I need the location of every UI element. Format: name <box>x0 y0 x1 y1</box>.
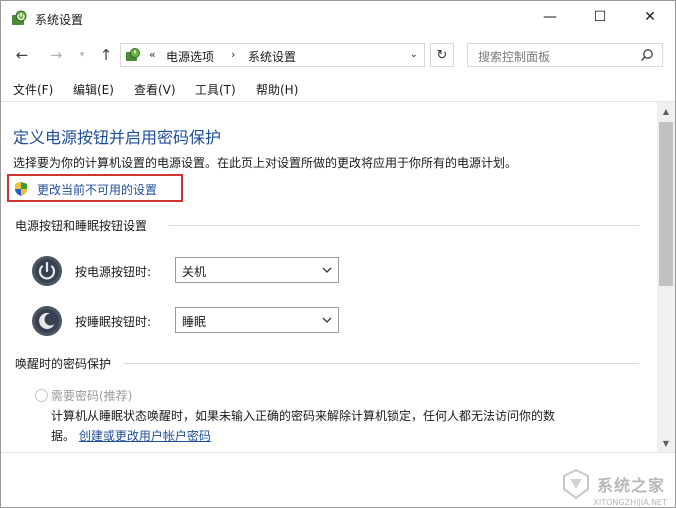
breadcrumb-power-options[interactable]: 电源选项 <box>166 48 214 65</box>
change-unavailable-settings-link[interactable]: 更改当前不可用的设置 <box>37 181 157 198</box>
menu-edit[interactable]: 编辑(E) <box>73 81 114 98</box>
menu-tools[interactable]: 工具(T) <box>195 81 236 98</box>
power-button-label: 按电源按钮时: <box>75 265 152 279</box>
uac-shield-icon <box>15 182 27 196</box>
page-description: 选择要为你的计算机设置的电源设置。在此页上对设置所做的更改将应用于你所有的电源计… <box>13 156 518 170</box>
menu-bar: 文件(F) 编辑(E) 查看(V) 工具(T) 帮助(H) <box>1 77 675 101</box>
main-content: 定义电源按钮并启用密码保护 选择要为你的计算机设置的电源设置。在此页上对设置所做… <box>1 102 657 452</box>
control-panel-icon <box>126 48 140 61</box>
breadcrumb-separator[interactable]: › <box>231 48 235 61</box>
power-button-icon <box>32 256 62 286</box>
section-header-password: 唤醒时的密码保护 <box>15 357 112 371</box>
section-header-buttons: 电源按钮和睡眠按钮设置 <box>15 219 148 233</box>
sleep-button-value: 睡眠 <box>182 315 207 329</box>
section-divider <box>123 363 639 364</box>
refresh-button[interactable]: ↻ <box>430 43 454 67</box>
password-info-text-2: 据。 创建或更改用户帐户密码 <box>51 427 211 444</box>
create-change-password-link[interactable]: 创建或更改用户帐户密码 <box>79 429 211 443</box>
page-title: 定义电源按钮并启用密码保护 <box>13 128 222 147</box>
require-password-radio[interactable] <box>35 389 48 402</box>
watermark-logo-icon <box>562 468 589 500</box>
breadcrumb-system-settings[interactable]: 系统设置 <box>248 48 296 65</box>
watermark: 系统之家 <box>559 467 665 501</box>
scroll-thumb[interactable] <box>659 122 673 286</box>
scroll-down-button[interactable]: ▼ <box>657 434 675 452</box>
minimize-button[interactable]: — <box>527 1 573 33</box>
password-info-prefix: 据。 <box>51 429 76 443</box>
section-divider <box>169 225 639 226</box>
sleep-button-select[interactable]: 睡眠 <box>175 307 339 333</box>
navigation-bar: ← → ▾ ↑ « 电源选项 › 系统设置 ⌄ ↻ 搜索控制面板 <box>1 39 675 71</box>
search-icon[interactable] <box>640 48 654 62</box>
sleep-button-label: 按睡眠按钮时: <box>75 315 152 329</box>
scroll-up-button[interactable]: ▲ <box>657 102 675 120</box>
address-chevron-down-icon[interactable]: ⌄ <box>410 49 418 60</box>
vertical-scrollbar[interactable]: ▲ ▼ <box>657 102 675 452</box>
menu-help[interactable]: 帮助(H) <box>256 81 298 98</box>
address-bar[interactable]: « 电源选项 › 系统设置 ⌄ <box>120 43 425 67</box>
window-title: 系统设置 <box>35 13 84 27</box>
watermark-subtext: XITONGZHIJIA.NET <box>593 498 667 507</box>
up-button[interactable]: ↑ <box>95 45 117 65</box>
maximize-button[interactable]: ☐ <box>577 1 623 33</box>
search-input[interactable]: 搜索控制面板 <box>467 43 663 67</box>
menu-view[interactable]: 查看(V) <box>134 81 176 98</box>
window-footer: 系统之家 XITONGZHIJIA.NET <box>1 452 675 507</box>
power-button-select[interactable]: 关机 <box>175 257 339 283</box>
password-info-text: 计算机从睡眠状态唤醒时，如果未输入正确的密码来解除计算机锁定，任何人都无法访问你… <box>51 409 556 423</box>
menu-file[interactable]: 文件(F) <box>13 81 53 98</box>
system-settings-window: 系统设置 — ☐ ✕ ← → ▾ ↑ « 电源选项 › 系统设置 ⌄ ↻ 搜索控… <box>0 0 676 508</box>
power-button-value: 关机 <box>182 265 207 279</box>
watermark-text: 系统之家 <box>596 476 665 495</box>
sleep-button-icon <box>32 306 62 336</box>
power-options-icon <box>12 10 27 25</box>
title-bar: 系统设置 — ☐ ✕ <box>1 1 675 37</box>
chevron-down-icon <box>322 267 332 273</box>
forward-button[interactable]: → <box>45 45 67 65</box>
search-placeholder: 搜索控制面板 <box>478 50 551 64</box>
chevron-down-icon <box>322 317 332 323</box>
breadcrumb-overflow[interactable]: « <box>149 48 156 61</box>
recent-locations-chevron-down-icon[interactable]: ▾ <box>71 45 93 65</box>
require-password-label: 需要密码(推荐) <box>51 389 133 403</box>
back-button[interactable]: ← <box>11 45 33 65</box>
close-button[interactable]: ✕ <box>627 1 673 33</box>
